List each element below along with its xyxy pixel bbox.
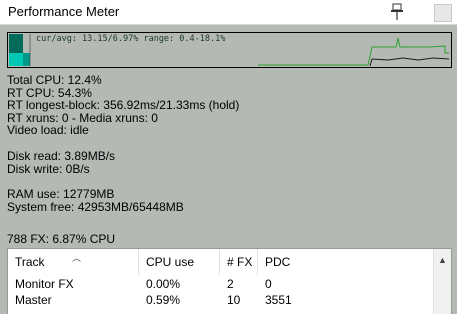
sort-ascending-icon: ︿ <box>72 253 82 263</box>
system-free: System free: 42953MB/65448MB <box>7 199 184 214</box>
track-fx-count: 10 <box>227 293 241 307</box>
column-header-pdc[interactable]: PDC <box>258 249 434 275</box>
column-header-fx-count[interactable]: # FX <box>220 249 258 275</box>
column-header-track[interactable]: Track ︿ <box>8 249 139 275</box>
track-pdc: 3551 <box>265 293 292 307</box>
cpu-bar-lower <box>23 53 30 66</box>
column-header-cpu-use[interactable]: CPU use <box>139 249 220 275</box>
meter-readout: cur/avg: 13.15/6.97% range: 0.4-18.1% <box>36 34 226 44</box>
window-title: Performance Meter <box>8 4 120 19</box>
table-row[interactable]: Master 0.59% 10 3551 <box>8 292 451 308</box>
track-name: Monitor FX <box>15 277 74 291</box>
rt-longest-block: RT longest-block: 356.92ms/21.33ms (hold… <box>7 98 240 113</box>
close-button[interactable] <box>434 4 452 22</box>
disk-write: Disk write: 0B/s <box>7 161 90 176</box>
track-pdc: 0 <box>265 277 272 291</box>
stats-panel: Total CPU: 12.4% RT CPU: 54.3% RT longes… <box>7 74 239 213</box>
rt-history-line <box>369 57 450 67</box>
video-load: Video load: idle <box>7 123 89 138</box>
vertical-scrollbar[interactable]: ▲ <box>433 249 451 314</box>
disk-read: Disk read: 3.89MB/s <box>7 148 116 163</box>
cpu-meter: cur/avg: 13.15/6.97% range: 0.4-18.1% <box>7 32 452 68</box>
scroll-up-icon[interactable]: ▲ <box>438 255 447 265</box>
track-cpu: 0.59% <box>146 293 181 307</box>
total-cpu: Total CPU: 12.4% <box>7 73 102 87</box>
ram-use: RAM use: 12779MB <box>7 187 115 202</box>
table-row[interactable]: Monitor FX 0.00% 2 0 <box>8 276 451 292</box>
cpu-bar-light <box>9 53 23 66</box>
table-header: Track ︿ CPU use # FX PDC <box>8 249 451 275</box>
track-name: Master <box>15 293 52 307</box>
track-cpu: 0.00% <box>146 277 181 291</box>
track-fx-count: 2 <box>227 277 234 291</box>
track-table: Track ︿ CPU use # FX PDC Monitor FX 0.00… <box>7 248 452 314</box>
title-bar: Performance Meter <box>0 0 457 25</box>
fx-summary: 788 FX: 6.87% CPU <box>7 232 116 246</box>
pin-icon[interactable] <box>388 2 406 22</box>
cpu-history-line <box>258 37 449 66</box>
